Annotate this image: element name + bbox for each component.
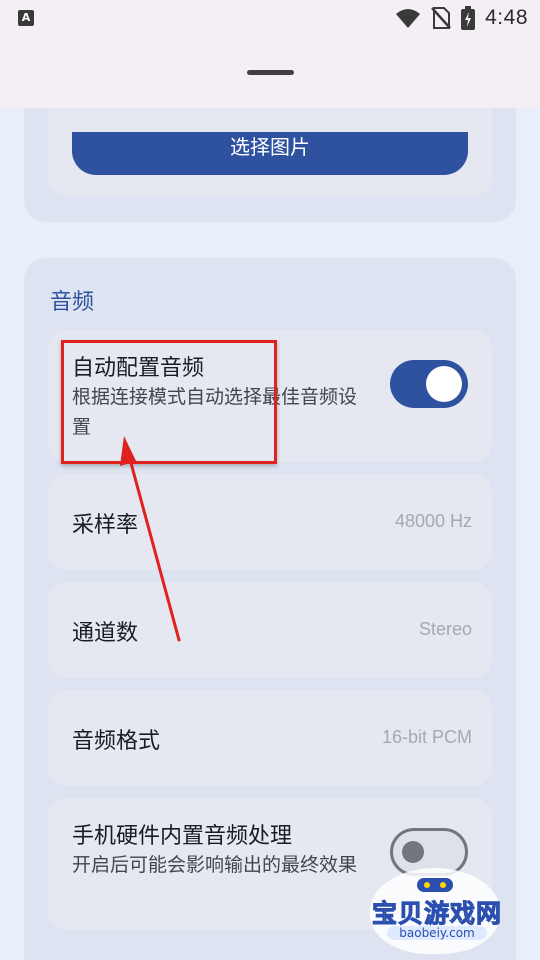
- setting-title: 采样率: [72, 513, 139, 538]
- setting-title: 通道数: [72, 621, 139, 646]
- setting-value: 48000 Hz: [394, 511, 472, 531]
- setting-sample-rate[interactable]: 采样率 48000 Hz: [48, 474, 492, 570]
- status-icons: 4:48: [395, 6, 528, 30]
- status-bar: A 4:48: [0, 0, 540, 38]
- setting-title: 手机硬件内置音频处理: [72, 824, 293, 849]
- clock: 4:48: [485, 6, 528, 29]
- gamepad-icon: [417, 878, 453, 892]
- watermark-url: baobeiy.com: [387, 926, 487, 940]
- wifi-icon: [396, 9, 421, 28]
- setting-channels[interactable]: 通道数 Stereo: [48, 582, 492, 678]
- image-picker-item: 选择图片: [48, 108, 492, 196]
- setting-title: 音频格式: [72, 729, 161, 754]
- app-notification-icon: A: [18, 10, 34, 26]
- watermark-title: 宝贝游戏网: [371, 899, 502, 929]
- drag-handle[interactable]: [247, 70, 294, 75]
- section-title-audio: 音频: [50, 290, 95, 315]
- sheet-header: [0, 38, 540, 108]
- image-settings-card: 选择图片: [24, 108, 516, 222]
- no-sim-icon: [431, 7, 452, 29]
- toggle-knob: [426, 366, 462, 402]
- setting-value: Stereo: [418, 619, 472, 639]
- auto-config-audio-toggle[interactable]: [390, 360, 468, 408]
- setting-audio-format[interactable]: 音频格式 16-bit PCM: [48, 690, 492, 786]
- setting-description: 开启后可能会影响输出的最终效果: [72, 854, 358, 876]
- battery-charging-icon: [461, 6, 476, 30]
- watermark-logo: 宝贝游戏网 baobeiy.com: [362, 868, 512, 956]
- annotation-highlight-box: [61, 340, 277, 464]
- setting-value: 16-bit PCM: [381, 727, 472, 747]
- pick-image-button[interactable]: 选择图片: [72, 132, 468, 175]
- toggle-knob: [402, 841, 424, 863]
